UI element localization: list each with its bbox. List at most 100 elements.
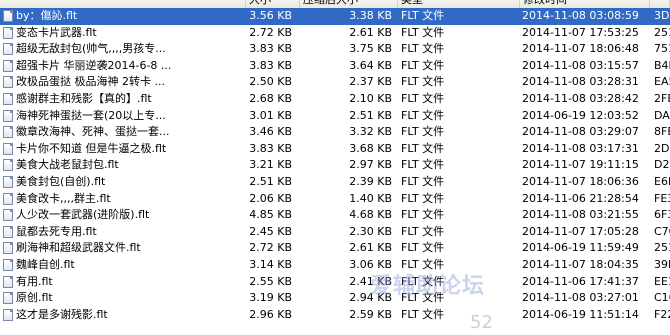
file-row[interactable]: 这才是多谢残影.flt 2.96 KB 2.59 KB FLT 文件 2014-06-1… (0, 307, 670, 324)
file-name-cell: 超强卡片 华丽逆袭2014-6-8 ... (0, 58, 244, 75)
file-icon (3, 259, 13, 271)
file-crc: 3DE (654, 9, 670, 22)
file-modified: 2014-11-08 03:28:42 (522, 92, 639, 105)
file-icon (3, 109, 13, 122)
file-row[interactable]: 鼠都去死专用.flt 2.45 KB 2.30 KB FLT 文件 2014-11-07… (0, 224, 670, 241)
file-crc: 251 (654, 241, 670, 255)
file-crc: C70 (654, 224, 670, 238)
column-name-header[interactable] (0, 0, 246, 8)
file-row[interactable]: 有用.flt 2.55 KB 2.41 KB FLT 文件 2014-11-06 17:… (0, 274, 670, 291)
file-modified: 2014-11-07 17:53:25 (522, 25, 639, 39)
file-modified: 2014-11-06 21:28:54 (522, 191, 639, 205)
file-row[interactable]: 美食改卡,,,,群主.flt 2.06 KB 1.40 KB FLT 文件 2014-1… (0, 191, 670, 208)
file-size: 3.83 KB (249, 58, 292, 72)
file-crc: 751 (654, 42, 670, 56)
file-compressed-size: 3.75 KB (349, 42, 392, 56)
file-type: FLT 文件 (401, 58, 445, 72)
file-modified: 2014-11-08 03:28:31 (522, 75, 639, 89)
file-name: 鼠都去死专用.flt (16, 224, 97, 238)
file-row[interactable]: 人少改一套武器(进阶版).flt 4.85 KB 4.68 KB FLT 文件 2014… (0, 207, 670, 224)
file-row[interactable]: 感谢群主和残影【真的】.flt 2.68 KB 2.10 KB FLT 文件 2014-… (0, 91, 670, 108)
file-name-cell: 改极品蛋挞 极品海神 2转卡 ... (0, 74, 244, 91)
file-row[interactable]: 海神死神蛋挞一套(20以上专... 3.01 KB 2.51 KB FLT 文件 201… (0, 108, 670, 125)
file-crc: 8FE (654, 125, 670, 139)
file-row[interactable]: 刷海神和超级武器文件.flt 2.72 KB 2.61 KB FLT 文件 2014-0… (0, 240, 670, 257)
file-modified: 2014-11-07 19:11:15 (522, 158, 639, 172)
file-size: 3.19 KB (249, 291, 292, 305)
file-icon (3, 93, 13, 105)
file-size: 3.14 KB (249, 258, 292, 271)
file-crc: B4E (654, 58, 670, 72)
file-name-cell: 超级无敌封包(帅气,,,,男孩专... (0, 41, 244, 58)
file-icon (3, 43, 13, 56)
file-size: 2.50 KB (249, 75, 292, 89)
file-size: 2.55 KB (249, 274, 292, 288)
file-type: FLT 文件 (401, 92, 445, 105)
file-name: 海神死神蛋挞一套(20以上专... (16, 108, 166, 122)
file-modified: 2014-11-08 03:08:59 (522, 9, 639, 22)
file-type: FLT 文件 (401, 25, 445, 39)
file-crc: 251 (654, 25, 670, 39)
file-size: 3.46 KB (249, 125, 292, 139)
file-icon (3, 76, 13, 89)
file-icon (3, 308, 13, 321)
file-modified: 2014-11-08 03:15:57 (522, 58, 639, 72)
file-crc: 6F3 (654, 208, 670, 222)
file-type: FLT 文件 (401, 175, 445, 188)
file-crc: DA1 (654, 108, 670, 122)
file-name-cell: 有用.flt (0, 274, 244, 291)
file-row[interactable]: 徽章改海神、死神、蛋挞一套... 3.46 KB 3.32 KB FLT 文件 2014… (0, 124, 670, 141)
file-type: FLT 文件 (401, 241, 445, 255)
file-compressed-size: 2.51 KB (349, 108, 392, 122)
file-type: FLT 文件 (401, 108, 445, 122)
file-modified: 2014-11-08 03:17:31 (522, 141, 639, 155)
file-row[interactable]: 超强卡片 华丽逆袭2014-6-8 ... 3.83 KB 3.64 KB FLT 文… (0, 58, 670, 75)
file-row[interactable]: by：傷訫.flt 3.56 KB 3.38 KB FLT 文件 2014-11-08 … (0, 8, 670, 25)
file-icon (3, 209, 13, 222)
file-name: 感谢群主和残影【真的】.flt (16, 92, 152, 105)
file-name-cell: 卡片你不知道 但是牛逼之极.flt (0, 141, 244, 158)
file-type: FLT 文件 (401, 224, 445, 238)
file-compressed-size: 2.10 KB (349, 92, 392, 105)
file-row[interactable]: 改极品蛋挞 极品海神 2转卡 ... 2.50 KB 2.37 KB FLT 文件 20… (0, 74, 670, 91)
file-compressed-size: 2.59 KB (349, 307, 392, 321)
file-size: 3.83 KB (249, 141, 292, 155)
file-row[interactable]: 变态卡片武器.flt 2.72 KB 2.61 KB FLT 文件 2014-11-07… (0, 25, 670, 42)
file-name-cell: 美食改卡,,,,群主.flt (0, 191, 244, 208)
file-name: 美食封包(自创).flt (16, 175, 106, 188)
column-type-header[interactable]: 类型 (398, 0, 520, 8)
column-modified-header[interactable]: 修改时间 (520, 0, 650, 8)
file-icon (3, 59, 13, 72)
file-name: 刷海神和超级武器文件.flt (16, 241, 141, 255)
file-row[interactable]: 超级无敌封包(帅气,,,,男孩专... 3.83 KB 3.75 KB FLT 文件 2… (0, 41, 670, 58)
file-name: 美食大战老鼠封包.flt (16, 158, 119, 172)
file-row[interactable]: 卡片你不知道 但是牛逼之极.flt 3.83 KB 3.68 KB FLT 文件 201… (0, 141, 670, 158)
file-row[interactable]: 原创.flt 3.19 KB 2.94 KB FLT 文件 2014-11-08 03:… (0, 290, 670, 307)
file-name: 人少改一套武器(进阶版).flt (16, 208, 150, 222)
file-crc: E6E (654, 175, 670, 188)
file-name: 徽章改海神、死神、蛋挞一套... (16, 125, 170, 139)
file-name-cell: by：傷訫.flt (0, 8, 244, 25)
file-modified: 2014-11-06 17:41:37 (522, 274, 639, 288)
file-row[interactable]: 魏峰自创.flt 3.14 KB 3.06 KB FLT 文件 2014-11-07 1… (0, 257, 670, 274)
file-name: 魏峰自创.flt (16, 258, 75, 271)
file-compressed-size: 4.68 KB (349, 208, 392, 222)
file-type: FLT 文件 (401, 75, 445, 89)
file-name-cell: 这才是多谢残影.flt (0, 307, 244, 324)
column-size-header[interactable]: 大小 (246, 0, 300, 8)
column-crc-header[interactable] (650, 0, 670, 8)
file-row[interactable]: 美食封包(自创).flt 2.51 KB 2.39 KB FLT 文件 2014-11-… (0, 174, 670, 191)
file-row[interactable]: 美食大战老鼠封包.flt 3.21 KB 2.97 KB FLT 文件 2014-11-… (0, 157, 670, 174)
file-crc: EE1 (654, 274, 670, 288)
file-size: 2.51 KB (249, 175, 292, 188)
file-compressed-size: 2.61 KB (349, 25, 392, 39)
file-name-cell: 美食大战老鼠封包.flt (0, 157, 244, 174)
file-compressed-size: 3.68 KB (349, 141, 392, 155)
file-size: 3.56 KB (249, 9, 292, 22)
column-compressed-header[interactable]: 压缩后大小 (300, 0, 398, 8)
file-name-cell: 原创.flt (0, 290, 244, 307)
file-name: 卡片你不知道 但是牛逼之极.flt (16, 141, 167, 155)
file-name: by：傷訫.flt (16, 9, 78, 22)
file-modified: 2014-06-19 12:03:52 (522, 108, 639, 122)
file-crc: FE3 (654, 191, 670, 205)
